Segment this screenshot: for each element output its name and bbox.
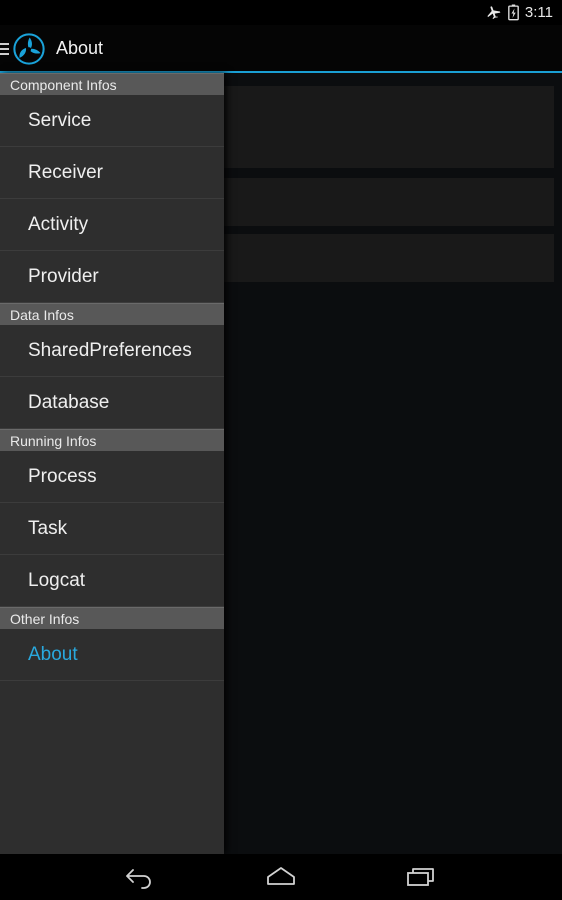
- airplane-mode-icon: [485, 4, 502, 21]
- sidebar-item-database[interactable]: Database: [0, 377, 224, 429]
- system-navigation-bar: [0, 854, 562, 900]
- status-bar: 3:11: [0, 0, 562, 25]
- action-bar: About: [0, 25, 562, 72]
- drawer-section-header-data-infos: Data Infos: [0, 303, 224, 325]
- recents-icon: [407, 868, 434, 886]
- drawer-empty-space: [0, 681, 224, 854]
- sidebar-item-sharedpreferences[interactable]: SharedPreferences: [0, 325, 224, 377]
- hamburger-menu-icon[interactable]: [0, 42, 9, 55]
- sidebar-item-receiver[interactable]: Receiver: [0, 147, 224, 199]
- back-arrow-icon: [126, 869, 151, 889]
- recents-button[interactable]: [393, 854, 449, 900]
- home-icon: [267, 867, 295, 885]
- sidebar-item-process[interactable]: Process: [0, 451, 224, 503]
- sidebar-item-about[interactable]: About: [0, 629, 224, 681]
- home-button[interactable]: [253, 854, 309, 900]
- sidebar-item-activity[interactable]: Activity: [0, 199, 224, 251]
- drawer-section-header-component-infos: Component Infos: [0, 73, 224, 95]
- app-logo-shuriken-icon: [12, 32, 46, 66]
- page-title: About: [56, 38, 104, 58]
- navigation-drawer[interactable]: Component Infos Service Receiver Activit…: [0, 73, 224, 854]
- sidebar-item-service[interactable]: Service: [0, 95, 224, 147]
- android-screen: 3:11 About mail.com Share this app: [0, 0, 562, 900]
- sidebar-item-logcat[interactable]: Logcat: [0, 555, 224, 607]
- status-clock: 3:11: [524, 3, 553, 21]
- sidebar-item-provider[interactable]: Provider: [0, 251, 224, 303]
- sidebar-item-task[interactable]: Task: [0, 503, 224, 555]
- drawer-section-header-other-infos: Other Infos: [0, 607, 224, 629]
- drawer-section-header-running-infos: Running Infos: [0, 429, 224, 451]
- battery-charging-icon: [507, 4, 520, 21]
- back-button[interactable]: [113, 854, 169, 900]
